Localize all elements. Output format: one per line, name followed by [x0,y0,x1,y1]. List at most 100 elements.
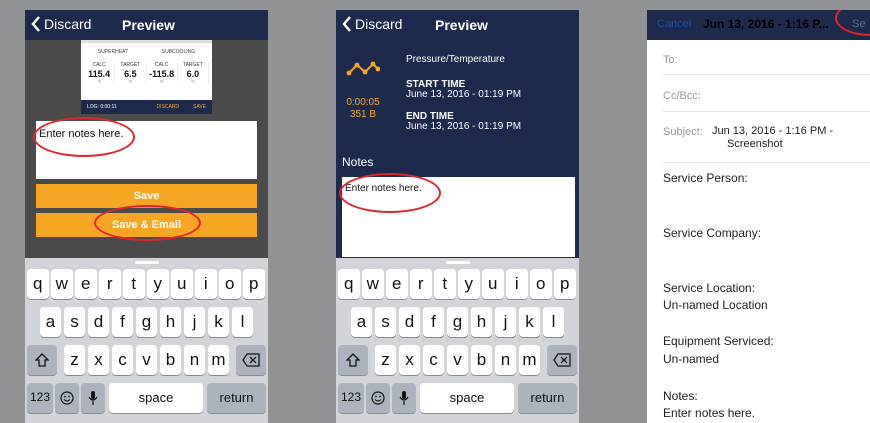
key-o[interactable]: o [530,269,552,299]
key-k[interactable]: k [207,307,230,337]
key-t[interactable]: t [123,269,145,299]
recording-info: 0:00:05 351 B Pressure/Temperature START… [336,40,579,160]
phone-screen-preview: Discard Preview 0:00:05 351 B Pressure/T… [336,10,579,423]
key-b[interactable]: b [159,345,182,375]
discard-label: Discard [355,16,403,32]
key-j[interactable]: j [494,307,517,337]
key-m[interactable]: m [207,345,230,375]
duration-readout: 0:00:05 351 B [342,97,384,121]
key-r[interactable]: r [99,269,121,299]
key-e[interactable]: e [386,269,408,299]
key-k[interactable]: k [518,307,541,337]
subject-value-line1: Jun 13, 2016 - 1:16 PM - [712,125,834,137]
emoji-icon [60,391,74,405]
superheat-label: SUPERHEAT [97,49,129,55]
space-key[interactable]: space [420,383,514,413]
service-location-label: Service Location: [663,281,756,295]
key-f[interactable]: f [111,307,134,337]
key-f[interactable]: f [422,307,445,337]
key-a[interactable]: a [39,307,62,337]
key-s[interactable]: s [63,307,86,337]
service-company-label: Service Company: [663,226,762,240]
key-c[interactable]: c [422,345,445,375]
key-q[interactable]: q [27,269,49,299]
key-p[interactable]: p [243,269,265,299]
discard-label: Discard [44,16,92,32]
gauge-discard-label: DISCARD [156,104,180,110]
key-p[interactable]: p [554,269,576,299]
annotation-circle [339,173,441,213]
numbers-key[interactable]: 123 [27,383,53,413]
emoji-icon [371,391,385,405]
key-y[interactable]: y [458,269,480,299]
key-v[interactable]: v [446,345,469,375]
log-time: LOG: 0:00:11 [87,104,117,110]
key-m[interactable]: m [518,345,541,375]
key-y[interactable]: y [147,269,169,299]
page-title: Preview [435,17,488,33]
end-time-value: June 13, 2016 - 01:19 PM [406,121,522,132]
key-d[interactable]: d [398,307,421,337]
ccbcc-label: Cc/Bcc: [663,90,701,102]
key-h[interactable]: h [159,307,182,337]
chevron-left-icon [31,16,40,32]
key-e[interactable]: e [75,269,97,299]
key-w[interactable]: w [362,269,384,299]
page-title: Preview [122,17,175,33]
key-i[interactable]: i [506,269,528,299]
subject-field[interactable]: Subject: Jun 13, 2016 - 1:16 PM - Screen… [663,112,870,163]
key-u[interactable]: u [482,269,504,299]
numbers-key[interactable]: 123 [338,383,364,413]
key-x[interactable]: x [87,345,110,375]
microphone-key[interactable] [392,383,416,413]
start-time-value: June 13, 2016 - 01:19 PM [406,89,522,100]
key-g[interactable]: g [135,307,158,337]
gauge-cell: CALC -115.8 °F [147,62,178,84]
subcooling-label: SUBCOOLING [161,49,196,55]
key-q[interactable]: q [338,269,360,299]
key-j[interactable]: j [183,307,206,337]
key-x[interactable]: x [398,345,421,375]
key-c[interactable]: c [111,345,134,375]
service-location-value: Un-named Location [663,298,768,312]
to-field[interactable]: To: [663,40,870,75]
delete-key[interactable] [236,345,266,375]
key-h[interactable]: h [470,307,493,337]
key-o[interactable]: o [219,269,241,299]
microphone-key[interactable] [81,383,105,413]
shift-key[interactable] [27,345,57,375]
equipment-label: Equipment Serviced: [663,334,774,348]
discard-button[interactable]: Discard [31,16,91,32]
discard-button[interactable]: Discard [342,16,402,32]
key-l[interactable]: l [542,307,565,337]
return-key[interactable]: return [518,383,577,413]
shift-key[interactable] [338,345,368,375]
key-u[interactable]: u [171,269,193,299]
key-g[interactable]: g [446,307,469,337]
key-l[interactable]: l [231,307,254,337]
key-t[interactable]: t [434,269,456,299]
graph-icon [346,61,380,76]
emoji-key[interactable] [366,383,390,413]
key-a[interactable]: a [350,307,373,337]
key-n[interactable]: n [183,345,206,375]
key-b[interactable]: b [470,345,493,375]
return-key[interactable]: return [207,383,266,413]
duration: 0:00:05 [346,97,380,108]
key-z[interactable]: z [63,345,86,375]
key-z[interactable]: z [374,345,397,375]
ccbcc-field[interactable]: Cc/Bcc: [663,75,870,112]
key-d[interactable]: d [87,307,110,337]
key-w[interactable]: w [51,269,73,299]
annotation-circle [94,205,201,241]
key-r[interactable]: r [410,269,432,299]
key-s[interactable]: s [374,307,397,337]
delete-key[interactable] [547,345,577,375]
key-n[interactable]: n [494,345,517,375]
key-i[interactable]: i [195,269,217,299]
key-v[interactable]: v [135,345,158,375]
cancel-button[interactable]: Cancel [657,18,691,30]
gauge-cell: TARGET 6.0 °F [178,62,209,84]
emoji-key[interactable] [55,383,79,413]
space-key[interactable]: space [109,383,203,413]
